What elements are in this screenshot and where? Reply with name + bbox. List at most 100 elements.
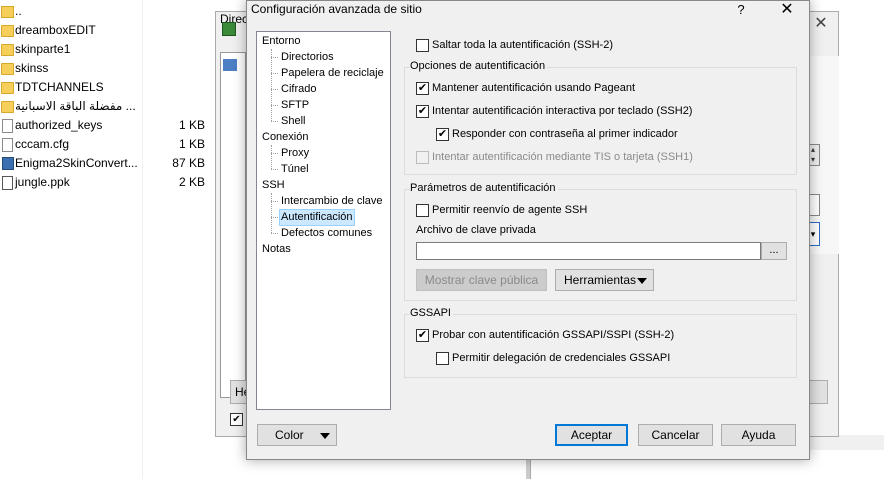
tree-line [271,201,278,202]
show-public-key-button: Mostrar clave pública [416,269,547,291]
help-icon[interactable]: ? [731,1,751,19]
tree-item-directorios[interactable]: Directorios [281,50,334,65]
file-icon [2,119,13,133]
close-icon[interactable]: ✕ [809,14,833,34]
tree-item-conexion[interactable]: Conexión [262,130,308,145]
checkbox-label: Permitir delegación de credenciales GSSA… [452,352,671,364]
file-row[interactable]: TDTCHANNELS [0,78,215,97]
tree-item-papelera[interactable]: Papelera de reciclaje [281,66,384,81]
gssapi-group-label: GSSAPI [410,307,453,319]
gssapi-group [404,314,797,378]
key-file-icon [2,176,13,190]
checkbox-box: ✔ [416,105,429,118]
tree-item-defectos[interactable]: Defectos comunes [281,226,372,241]
file-name: cccam.cfg [15,137,70,151]
file-name: مفضلة الباقة الاسبانية ... [15,99,136,113]
file-row[interactable]: jungle.ppk 2 KB [0,173,215,192]
file-row[interactable]: authorized_keys 1 KB [0,116,215,135]
auth-params-group-label: Parámetros de autentificación [410,182,558,194]
file-size: 1 KB [178,118,205,132]
tree-item-cifrado[interactable]: Cifrado [281,82,316,97]
checkbox-label: Responder con contraseña al primer indic… [452,128,678,140]
tree-line [271,153,278,154]
site-tree[interactable] [220,52,246,398]
file-row-parent[interactable]: .. [0,2,215,21]
file-name: authorized_keys [15,118,103,132]
checkbox-label: Permitir reenvío de agente SSH [432,204,588,216]
tree-line [271,217,278,218]
checkbox-box: ✔ [416,329,429,342]
tree-item-intercambio[interactable]: Intercambio de clave [281,194,383,209]
file-row[interactable]: skinss [0,59,215,78]
help-button[interactable]: Ayuda [721,424,796,446]
tools-dropdown-button[interactable]: Herramientas [555,269,654,291]
advanced-site-settings-dialog: Configuración avanzada de sitio ? ✕ Ento… [246,0,810,460]
tree-item-autenticacion[interactable]: Autentificación [279,209,355,226]
auth-options-group-label: Opciones de autentificación [410,60,548,72]
cancel-button[interactable]: Cancelar [638,424,713,446]
dialog-title: Configuración avanzada de sitio [251,2,422,16]
checkbox-label: Mantener autentificación usando Pageant [432,82,636,94]
file-name: .. [15,4,22,18]
executable-icon [2,157,14,170]
accept-button[interactable]: Aceptar [555,424,628,446]
private-key-input[interactable] [416,242,761,260]
browse-button[interactable]: ... [761,242,787,260]
color-dropdown-button[interactable]: Color [257,424,337,446]
file-size: 2 KB [178,175,205,189]
tree-item-notas[interactable]: Notas [262,242,291,257]
folder-icon [1,82,14,94]
checkbox-box [416,204,429,217]
checkbox-box [416,151,429,164]
chevron-down-icon [637,278,647,284]
private-key-label: Archivo de clave privada [416,224,536,236]
tree-line [271,49,272,121]
file-row[interactable]: cccam.cfg 1 KB [0,135,215,154]
file-list: .. dreamboxEDIT skinparte1 skinss TDTCHA… [0,0,215,479]
chevron-down-icon [320,433,330,439]
checkbox-box [416,39,429,52]
tree-item-tunel[interactable]: Túnel [281,162,309,177]
checkbox-label: Probar con autentificación GSSAPI/SSPI (… [432,329,675,341]
tree-line [271,57,278,58]
file-name: dreamboxEDIT [15,23,96,37]
tree-item-sftp[interactable]: SFTP [281,98,309,113]
file-name: Enigma2SkinConvert... [15,156,138,170]
tree-item-ssh[interactable]: SSH [262,178,285,193]
file-icon [2,138,13,152]
file-row[interactable]: Enigma2SkinConvert... 87 KB [0,154,215,173]
file-size: 1 KB [178,137,205,151]
file-size: 87 KB [172,156,205,170]
file-row[interactable]: skinparte1 [0,40,215,59]
file-name: skinss [15,61,49,75]
tree-item-proxy[interactable]: Proxy [281,146,309,161]
folder-icon [1,25,14,37]
tools-button-label: Herramientas [564,273,637,287]
file-name: TDTCHANNELS [15,80,104,94]
app-icon [222,22,236,36]
close-icon[interactable]: ✕ [775,1,799,19]
settings-tree[interactable]: Entorno Directorios Papelera de reciclaj… [256,31,391,410]
checkbox-label: Intentar autentificación mediante TIS o … [432,151,693,163]
checkbox-box [436,352,449,365]
folder-icon [1,44,14,56]
tree-item-shell[interactable]: Shell [281,114,305,129]
folder-icon [1,101,14,113]
file-row[interactable]: مفضلة الباقة الاسبانية ... [0,97,215,116]
file-name: skinparte1 [15,42,71,56]
tree-line [271,105,278,106]
tree-item-entorno[interactable]: Entorno [262,34,301,49]
checkbox-box: ✔ [436,128,449,141]
tree-line [271,169,278,170]
computer-icon [223,59,237,71]
folder-icon [1,63,14,75]
tree-line [271,121,278,122]
file-name: jungle.ppk [15,175,70,189]
file-row[interactable]: dreamboxEDIT [0,21,215,40]
parent-folder-icon [1,6,14,18]
checkbox-box: ✔ [416,82,429,95]
tree-line [271,89,278,90]
right-button[interactable] [808,380,828,404]
color-button-label: Color [275,428,304,442]
checkbox-label: Saltar toda la autentificación (SSH-2) [432,39,613,51]
